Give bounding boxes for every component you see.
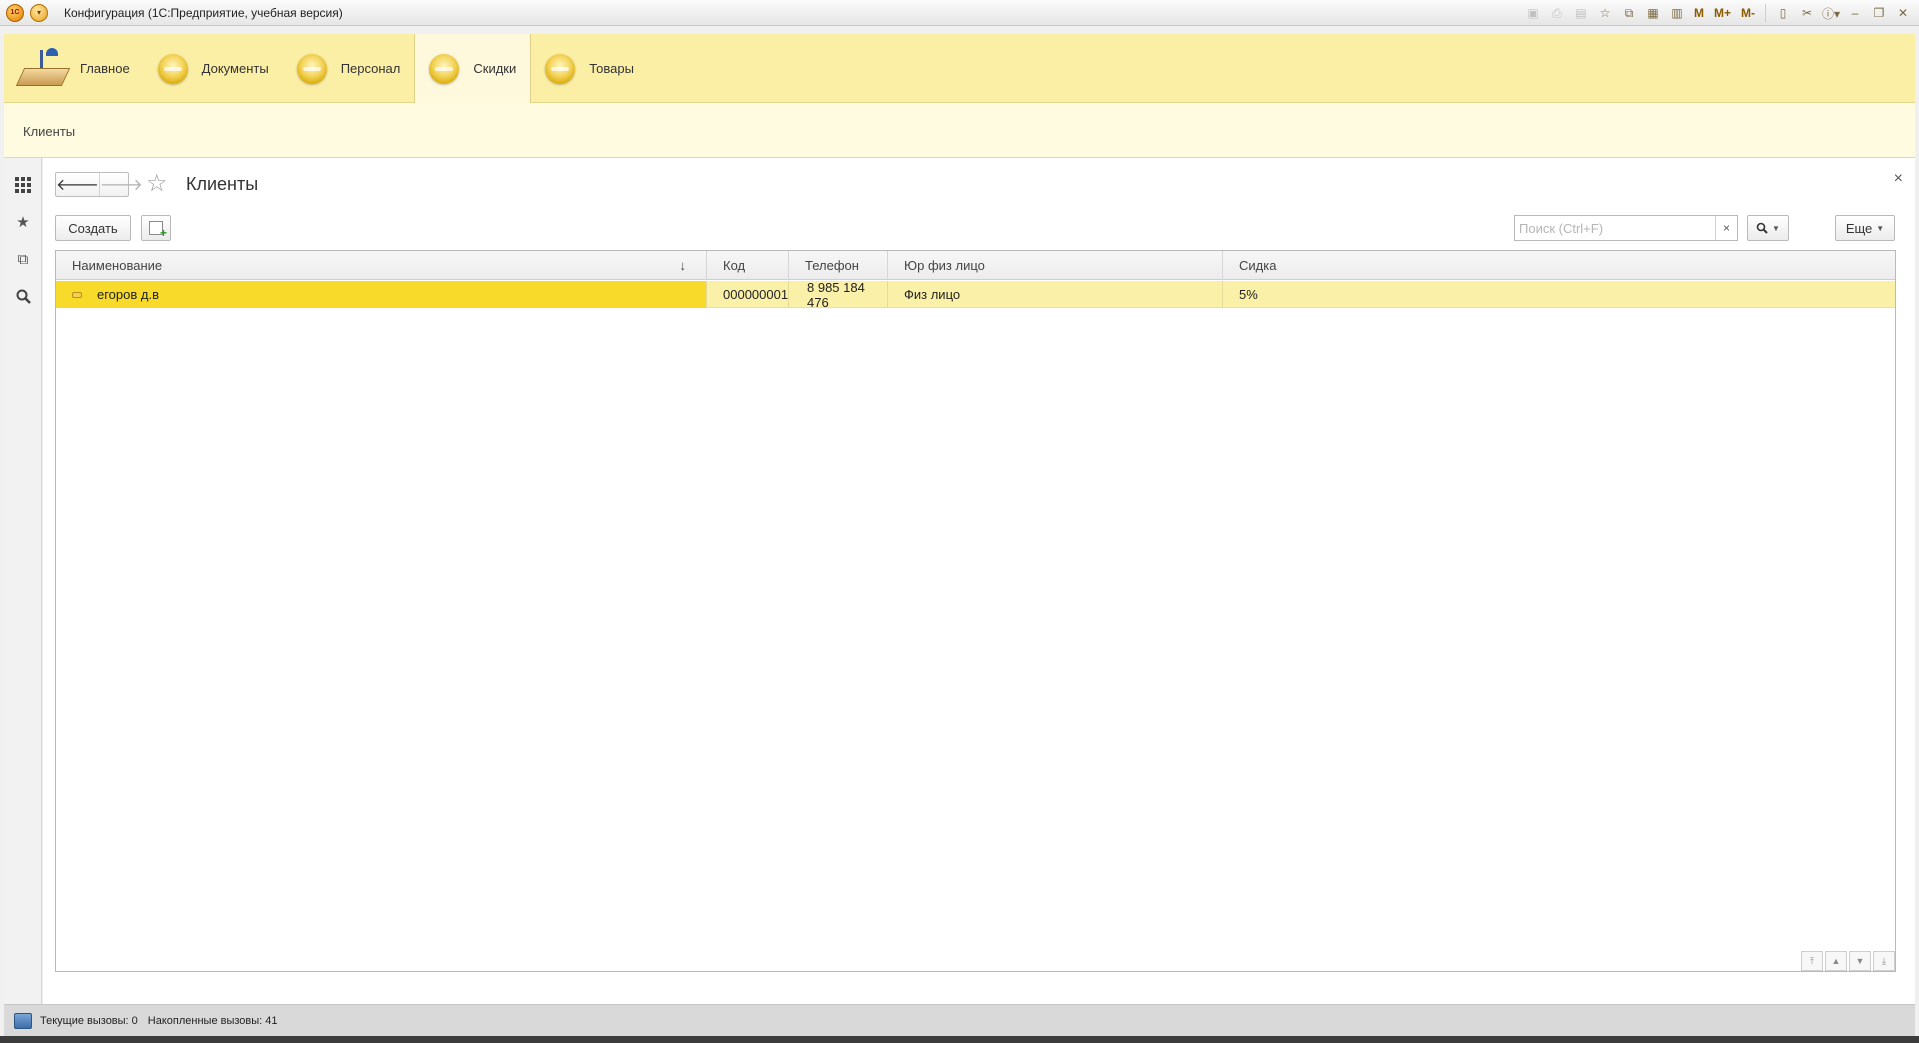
search-icon[interactable]: [12, 285, 34, 307]
preview-icon[interactable]: ▤: [1571, 3, 1591, 23]
column-header-label: Наименование: [72, 258, 163, 273]
column-header-phone[interactable]: Телефон: [789, 251, 888, 280]
navigation-buttons: 🡐 🡒: [55, 172, 143, 197]
column-header-discount[interactable]: Сидка: [1223, 251, 1895, 280]
section-personnel[interactable]: Персонал: [283, 34, 415, 103]
more-button[interactable]: Еще ▼: [1835, 215, 1895, 241]
memory-m-plus-button[interactable]: M+: [1711, 3, 1734, 23]
section-label: Главное: [80, 61, 130, 76]
table-row[interactable]: егоров д.в 000000001 8 985 184 476 Физ л…: [56, 280, 1895, 310]
table-scroll-buttons: ⤒ ▲ ▼ ⤓: [1801, 951, 1895, 971]
cell-name[interactable]: егоров д.в: [56, 281, 707, 308]
magnifier-icon: [1756, 222, 1768, 234]
copy-item-button[interactable]: [141, 215, 171, 241]
minimize-icon[interactable]: –: [1845, 3, 1865, 23]
calendar-icon[interactable]: ▥: [1667, 3, 1687, 23]
section-label: Товары: [589, 61, 634, 76]
scroll-to-bottom-icon[interactable]: ⤓: [1873, 951, 1895, 971]
form-workspace: 🡐 🡒 ☆ Клиенты × Создать × ▼ Еще ▼ Наимен…: [43, 158, 1915, 1004]
forward-arrow-icon[interactable]: 🡒: [98, 173, 143, 196]
tools-icon[interactable]: ✂: [1797, 3, 1817, 23]
current-calls: Текущие вызовы: 0: [40, 1014, 138, 1027]
close-form-icon[interactable]: ×: [1894, 170, 1903, 188]
link-icon[interactable]: ⧉: [1619, 3, 1639, 23]
status-bar: Текущие вызовы: 0 Накопленные вызовы: 41: [4, 1004, 1915, 1036]
1c-logo-icon[interactable]: 1С: [6, 3, 24, 22]
section-main[interactable]: Главное: [4, 34, 144, 103]
create-button[interactable]: Создать: [55, 215, 131, 241]
yellow-disc-icon: [157, 53, 188, 84]
cell-code[interactable]: 000000001: [707, 281, 789, 308]
column-header-entity-type[interactable]: Юр физ лицо: [888, 251, 1223, 280]
back-arrow-icon[interactable]: 🡐: [56, 173, 99, 196]
find-button[interactable]: ▼: [1747, 215, 1789, 241]
chevron-down-icon: ▼: [1772, 223, 1780, 233]
spreadsheet-icon[interactable]: ▦: [1643, 3, 1663, 23]
memory-m-button[interactable]: M: [1691, 3, 1707, 23]
restore-icon[interactable]: ❐: [1869, 3, 1889, 23]
cell-phone[interactable]: 8 985 184 476: [789, 280, 888, 310]
memory-m-minus-button[interactable]: M-: [1738, 3, 1758, 23]
server-calls-icon[interactable]: [14, 1012, 32, 1029]
panels-icon[interactable]: ▯: [1773, 3, 1793, 23]
function-link-clients[interactable]: Клиенты: [23, 124, 75, 139]
main-menu-icon[interactable]: ▾: [30, 3, 48, 22]
section-label: Документы: [201, 61, 269, 76]
cell-discount[interactable]: 5%: [1223, 281, 1895, 308]
column-header-name[interactable]: Наименование ↓: [56, 251, 707, 280]
favorite-star-icon[interactable]: ☆: [146, 172, 168, 196]
info-icon[interactable]: ⓘ▾: [1821, 3, 1841, 23]
section-documents[interactable]: Документы: [144, 34, 283, 103]
window-title: Конфигурация (1С:Предприятие, учебная ве…: [64, 5, 343, 20]
clients-table: Наименование ↓ Код Телефон Юр физ лицо С…: [55, 250, 1896, 972]
yellow-disc-icon: [545, 53, 576, 84]
chevron-down-icon: ▼: [1876, 223, 1885, 233]
section-label: Скидки: [473, 61, 517, 76]
accumulated-calls: Накопленные вызовы: 41: [147, 1014, 278, 1027]
toolbar-divider: [1765, 4, 1766, 22]
yellow-disc-icon: [429, 53, 460, 84]
window-title-bar: 1С ▾ Конфигурация (1С:Предприятие, учебн…: [0, 0, 1919, 26]
yellow-disc-icon: [296, 53, 327, 84]
section-label: Персонал: [340, 61, 401, 76]
column-header-code[interactable]: Код: [707, 251, 789, 280]
sort-down-icon: ↓: [679, 258, 687, 273]
history-icon[interactable]: ⧉: [12, 248, 34, 270]
grid-menu-icon[interactable]: [12, 174, 34, 196]
copy-add-icon: [149, 221, 167, 240]
scroll-to-top-icon[interactable]: ⤒: [1801, 951, 1823, 971]
cell-entity-type[interactable]: Физ лицо: [888, 281, 1223, 308]
left-tool-strip: ★ ⧉: [4, 158, 42, 1004]
save-icon[interactable]: ▣: [1523, 3, 1543, 23]
function-panel: Клиенты: [4, 103, 1915, 158]
section-goods[interactable]: Товары: [531, 34, 648, 103]
page-title: Клиенты: [186, 174, 259, 194]
title-toolbar: ▣ ⎙ ▤ ☆ ⧉ ▦ ▥ M M+ M- ▯ ✂ ⓘ▾ – ❐ ✕: [1523, 3, 1913, 23]
cell-name-text: егоров д.в: [97, 287, 159, 302]
desk-lamp-icon: [15, 46, 71, 92]
table-header: Наименование ↓ Код Телефон Юр физ лицо С…: [56, 251, 1895, 280]
section-discounts[interactable]: Скидки: [414, 34, 532, 103]
sections-panel: Главное Документы Персонал Скидки Товары: [4, 34, 1915, 103]
favorites-add-icon[interactable]: ☆: [1595, 3, 1615, 23]
search-input[interactable]: [1515, 216, 1705, 240]
search-box: ×: [1514, 215, 1738, 241]
taskbar-edge: [0, 1036, 1919, 1043]
catalog-item-icon: [72, 291, 82, 298]
scroll-down-icon[interactable]: ▼: [1849, 951, 1871, 971]
search-clear-button[interactable]: ×: [1715, 216, 1737, 240]
more-label: Еще: [1845, 220, 1873, 236]
close-window-icon[interactable]: ✕: [1893, 3, 1913, 23]
print-icon[interactable]: ⎙: [1547, 3, 1567, 23]
scroll-up-icon[interactable]: ▲: [1825, 951, 1847, 971]
favorites-icon[interactable]: ★: [12, 211, 34, 233]
